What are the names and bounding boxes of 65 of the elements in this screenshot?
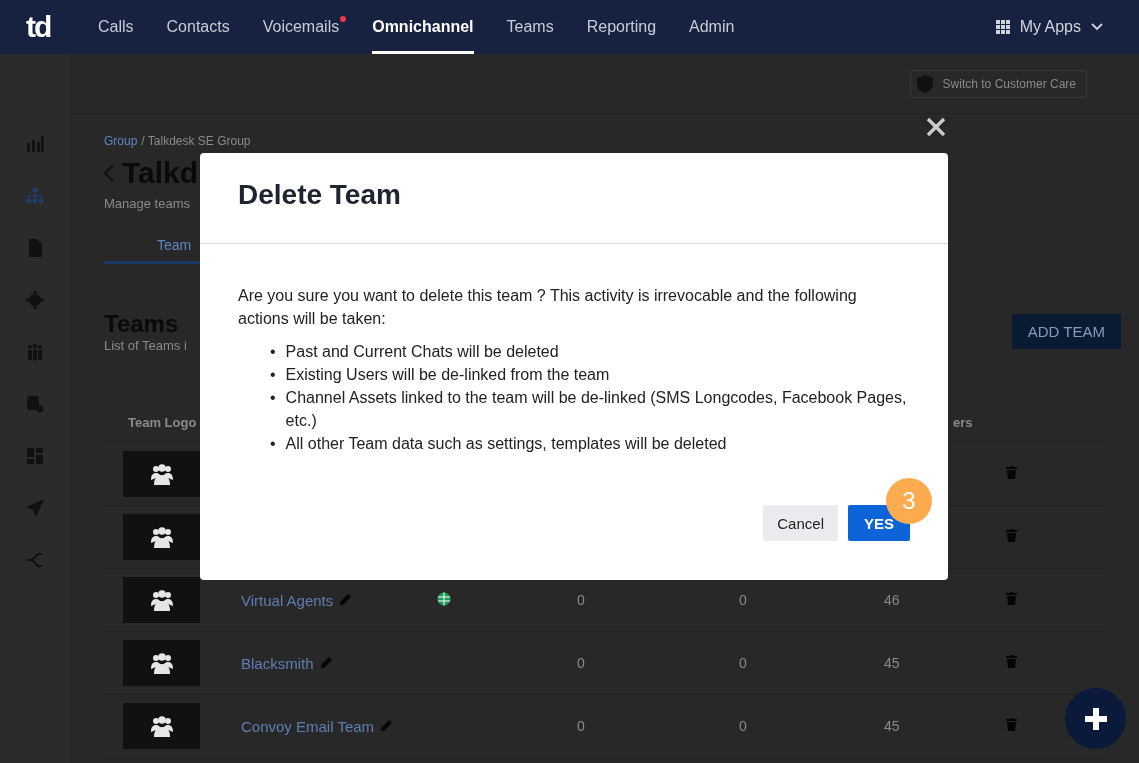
pencil-icon[interactable]	[380, 720, 393, 732]
nav-tab[interactable]: Omnichannel	[372, 0, 474, 54]
breadcrumb-link[interactable]: Group	[104, 134, 138, 148]
trash-icon[interactable]	[1006, 466, 1017, 479]
table-cell: 0	[577, 718, 585, 734]
team-icon	[148, 463, 175, 485]
bullet-marker: •	[270, 434, 276, 454]
bullet-item: All other Team data such as settings, templates will be deleted	[285, 434, 727, 454]
nav-tab[interactable]: Calls	[98, 0, 134, 54]
table-cell: 46	[884, 592, 900, 608]
bullet-marker: •	[270, 365, 276, 385]
team-name-link[interactable]: Blacksmith	[241, 654, 314, 672]
page-subtitle: Manage teams	[104, 196, 191, 211]
logo[interactable]: td	[26, 10, 98, 44]
trash-icon[interactable]	[1006, 655, 1017, 668]
dialog-message: Are you sure you want to delete this team ? This activity is irrevocable and the following actions will be taken:	[238, 286, 858, 329]
chevron-down-icon[interactable]	[1091, 23, 1103, 31]
table-cell: 0	[577, 655, 585, 671]
pencil-icon[interactable]	[339, 594, 352, 606]
team-icon	[148, 589, 175, 611]
apps-grid-icon[interactable]	[995, 20, 1010, 34]
table-cell: 0	[739, 592, 747, 608]
chart-icon[interactable]	[25, 134, 45, 154]
nav-tab[interactable]: Voicemails	[262, 0, 340, 54]
dialog-title: Delete Team	[200, 153, 948, 244]
table-cell: 0	[577, 592, 585, 608]
nav-tab[interactable]: Teams	[506, 0, 554, 54]
cancel-button[interactable]: Cancel	[763, 505, 838, 541]
switch-button[interactable]: Switch to Customer Care	[909, 69, 1087, 98]
bullet-item: Existing Users will be de-linked from the team	[285, 365, 610, 385]
share-icon[interactable]	[25, 550, 45, 570]
team-name-link[interactable]: Virtual Agents	[241, 591, 334, 609]
team-icon	[148, 715, 175, 737]
hierarchy-icon[interactable]	[25, 186, 45, 206]
table-cell: 0	[739, 655, 747, 671]
nav-tab[interactable]: Admin	[689, 0, 735, 54]
my-apps-menu[interactable]: My Apps	[1019, 18, 1081, 36]
bullet-item: Channel Assets linked to the team will be de-linked (SMS Longcodes, Facebook Pages, etc.)	[285, 388, 908, 431]
table-cell: 45	[884, 718, 900, 734]
breadcrumb-current: / Talkdesk SE Group	[141, 134, 251, 148]
column-header: ers	[953, 415, 973, 430]
column-header: Team Logo	[127, 415, 198, 430]
team-name-link[interactable]: Convoy Email Team	[241, 717, 375, 735]
table-cell: 45	[884, 655, 900, 671]
trash-icon[interactable]	[1006, 718, 1017, 731]
team-icon	[148, 526, 175, 548]
table-cell: 0	[739, 718, 747, 734]
people-icon[interactable]	[25, 342, 45, 362]
add-team-button[interactable]: ADD TEAM	[1011, 314, 1121, 349]
team-icon	[148, 652, 175, 674]
plus-icon	[1084, 707, 1107, 730]
send-icon[interactable]	[25, 498, 45, 518]
database-icon[interactable]	[25, 394, 45, 414]
section-subtitle: List of Teams i	[104, 338, 187, 353]
trash-icon[interactable]	[1006, 529, 1017, 542]
dashboard-icon[interactable]	[25, 446, 45, 466]
pencil-icon[interactable]	[319, 657, 332, 669]
nav-tab[interactable]: Contacts	[166, 0, 230, 54]
bullet-marker: •	[270, 388, 276, 408]
close-icon[interactable]	[926, 117, 946, 137]
trash-icon[interactable]	[1006, 592, 1017, 605]
bullet-item: Past and Current Chats will be deleted	[285, 342, 559, 362]
bullet-marker: •	[270, 342, 276, 362]
nav-tab[interactable]: Reporting	[586, 0, 657, 54]
shield-user-icon	[916, 74, 933, 93]
